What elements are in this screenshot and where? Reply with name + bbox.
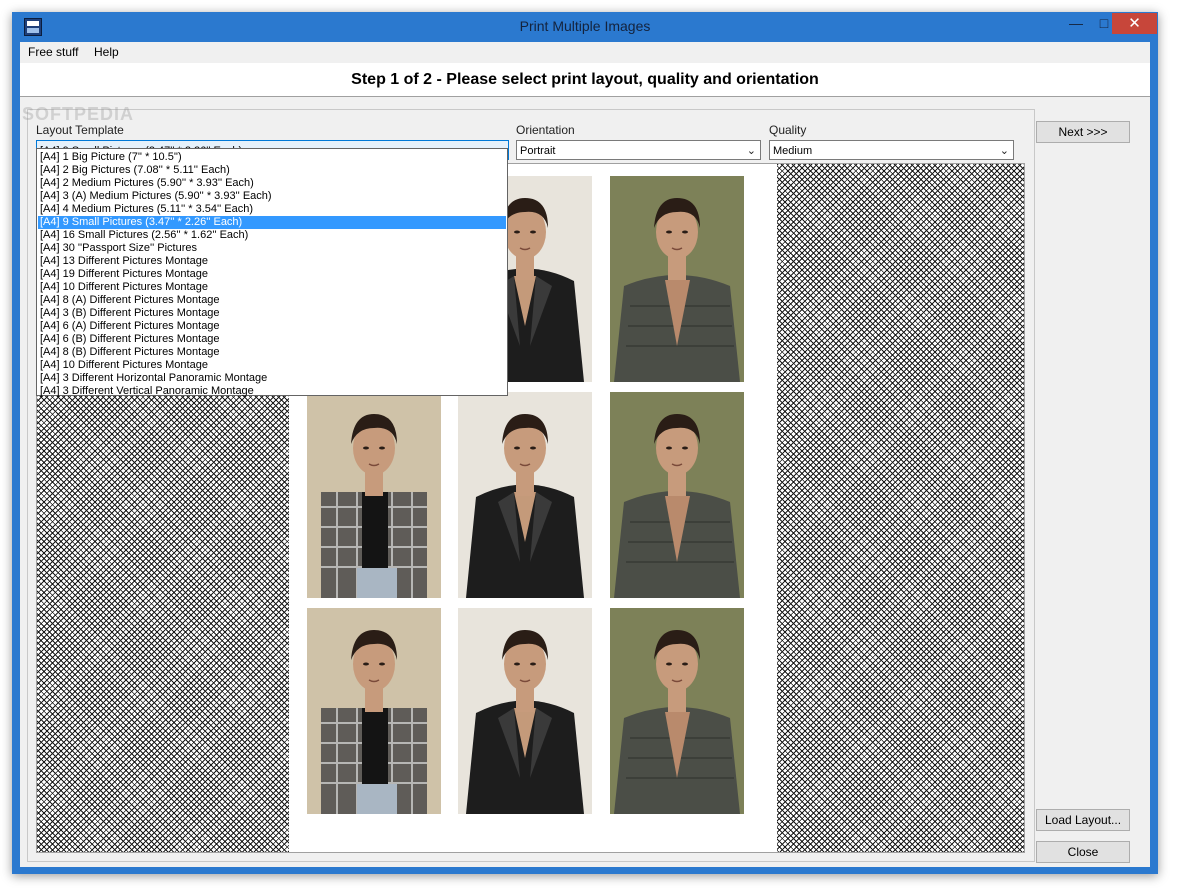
load-layout-button[interactable]: Load Layout... [1036, 809, 1130, 831]
chevron-down-icon: ⌄ [999, 145, 1009, 157]
quality-label: Quality [769, 123, 807, 137]
dropdown-option[interactable]: [A4] 19 Different Pictures Montage [38, 268, 506, 281]
photo-thumbnail [610, 392, 744, 598]
dropdown-option[interactable]: [A4] 10 Different Pictures Montage [38, 359, 506, 372]
dropdown-option[interactable]: [A4] 8 (A) Different Pictures Montage [38, 294, 506, 307]
layout-template-dropdown-list[interactable]: [A4] 1 Big Picture (7'' * 10.5'') [A4] 2 … [36, 148, 508, 398]
menu-free-stuff[interactable]: Free stuff [28, 45, 78, 59]
dropdown-option[interactable]: [A4] 4 Medium Pictures (5.11'' * 3.54'' … [38, 203, 506, 216]
menu-bar: Free stuff Help [20, 42, 1150, 63]
step-header: Step 1 of 2 - Please select print layout… [20, 63, 1150, 97]
dropdown-option[interactable]: [A4] 6 (B) Different Pictures Montage [38, 333, 506, 346]
step-title: Step 1 of 2 - Please select print layout… [351, 71, 819, 88]
dropdown-option[interactable]: [A4] 16 Small Pictures (2.56'' * 1.62'' … [38, 229, 506, 242]
dropdown-option[interactable]: [A4] 1 Big Picture (7'' * 10.5'') [38, 151, 506, 164]
dropdown-option[interactable]: [A4] 6 (A) Different Pictures Montage [38, 320, 506, 333]
photo-thumbnail [610, 608, 744, 814]
dropdown-option[interactable]: [A4] 3 (B) Different Pictures Montage [38, 307, 506, 320]
dropdown-option[interactable]: [A4] 9 Small Pictures (3.47'' * 2.26'' E… [38, 216, 506, 229]
orientation-value: Portrait [520, 145, 556, 157]
photo-thumbnail [458, 608, 592, 814]
dropdown-option[interactable]: [A4] 3 Different Vertical Panoramic Mont… [38, 385, 506, 398]
photo-thumbnail [458, 392, 592, 598]
dropdown-option[interactable]: [A4] 30 ''Passport Size'' Pictures [38, 242, 506, 255]
menu-help[interactable]: Help [94, 45, 119, 59]
dropdown-option[interactable]: [A4] 10 Different Pictures Montage [38, 281, 506, 294]
dropdown-option[interactable]: [A4] 2 Big Pictures (7.08'' * 5.11'' Eac… [38, 164, 506, 177]
dropdown-option[interactable]: [A4] 8 (B) Different Pictures Montage [38, 346, 506, 359]
dropdown-option[interactable]: [A4] 2 Medium Pictures (5.90'' * 3.93'' … [38, 177, 506, 190]
dropdown-option[interactable]: [A4] 13 Different Pictures Montage [38, 255, 506, 268]
close-button[interactable]: Close [1036, 841, 1130, 863]
watermark-logo: SOFTPEDIA [22, 104, 135, 124]
photo-thumbnail [307, 608, 441, 814]
minimize-button[interactable]: — [1062, 14, 1090, 34]
photo-thumbnail [307, 392, 441, 598]
app-window: Print Multiple Images — □ ✕ Free stuff H… [12, 12, 1158, 874]
close-window-button[interactable]: ✕ [1112, 13, 1157, 34]
photo-thumbnail [610, 176, 744, 382]
orientation-label: Orientation [516, 123, 575, 137]
title-bar[interactable]: Print Multiple Images — □ ✕ [12, 12, 1158, 42]
quality-value: Medium [773, 145, 813, 157]
layout-template-label: Layout Template [36, 123, 124, 137]
orientation-combo[interactable]: Portrait ⌄ [516, 140, 761, 160]
chevron-down-icon: ⌄ [746, 145, 756, 157]
quality-combo[interactable]: Medium ⌄ [769, 140, 1014, 160]
window-title: Print Multiple Images [519, 18, 651, 34]
next-button[interactable]: Next >>> [1036, 121, 1130, 143]
dropdown-option[interactable]: [A4] 3 (A) Medium Pictures (5.90'' * 3.9… [38, 190, 506, 203]
dropdown-option[interactable]: [A4] 3 Different Horizontal Panoramic Mo… [38, 372, 506, 385]
